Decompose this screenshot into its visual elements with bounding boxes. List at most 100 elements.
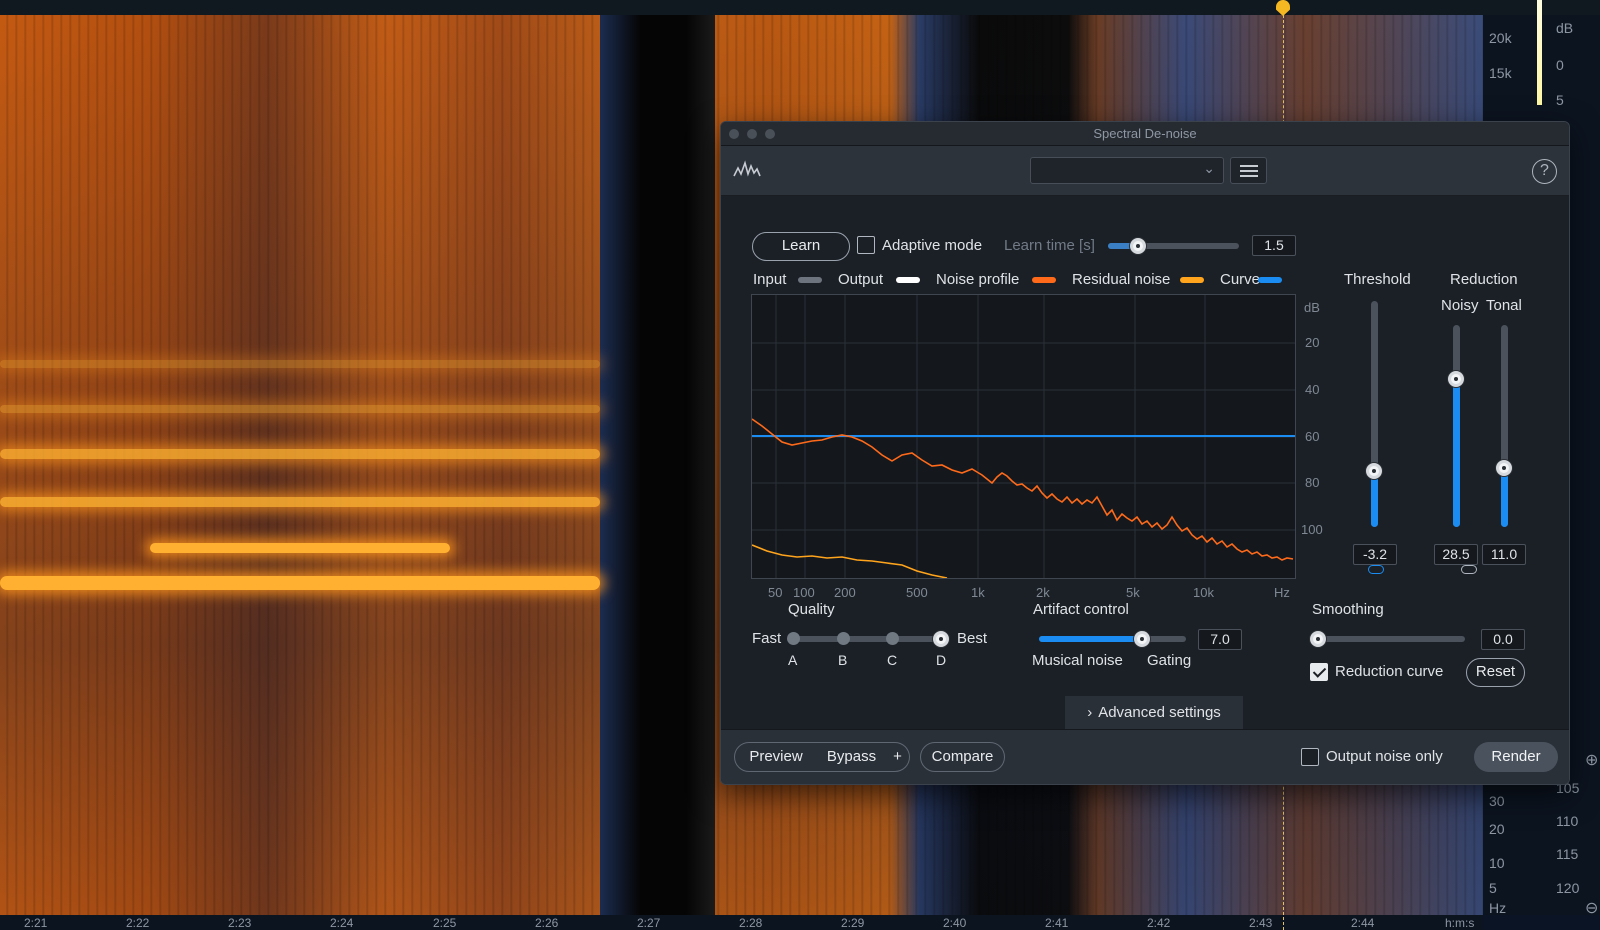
time-tick: 2:26 xyxy=(535,916,559,930)
preset-menu-button[interactable] xyxy=(1230,157,1267,184)
quality-title: Quality xyxy=(788,601,835,618)
freq-unit: Hz xyxy=(1489,900,1507,916)
threshold-title: Threshold xyxy=(1344,271,1411,288)
time-tick: 2:42 xyxy=(1147,916,1171,930)
zoom-out-icon[interactable]: ⊖ xyxy=(1585,898,1598,918)
graph-db-tick: 20 xyxy=(1305,335,1320,350)
advanced-settings-label: Advanced settings xyxy=(1098,704,1221,721)
learn-time-value[interactable]: 1.5 xyxy=(1252,235,1296,256)
top-ruler xyxy=(0,0,1600,15)
quality-option-d: D xyxy=(936,652,947,668)
tonal-reduction-value[interactable]: 11.0 xyxy=(1482,544,1526,565)
threshold-slider-thumb[interactable] xyxy=(1366,463,1382,479)
noisy-reduction-slider[interactable] xyxy=(1453,325,1460,527)
reduction-curve-label: Reduction curve xyxy=(1335,663,1444,680)
time-tick: 2:27 xyxy=(637,916,661,930)
reduction-link-icon[interactable] xyxy=(1461,565,1477,574)
time-tick: 2:44 xyxy=(1351,916,1375,930)
freq-tick: 10 xyxy=(1489,855,1505,871)
reduction-title: Reduction xyxy=(1450,271,1518,288)
dialog-footer: Preview Bypass + Compare Output noise on… xyxy=(721,729,1569,784)
threshold-link-icon[interactable] xyxy=(1368,565,1384,574)
threshold-slider[interactable] xyxy=(1371,301,1378,527)
bypass-add-button[interactable]: + xyxy=(886,742,910,772)
smoothing-slider[interactable] xyxy=(1317,636,1465,642)
legend-output-label: Output xyxy=(838,271,884,288)
learn-button[interactable]: Learn xyxy=(752,232,850,261)
spectral-denoise-dialog: Spectral De-noise ⌄ ? Learn Adaptive mod… xyxy=(720,121,1570,785)
dialog-titlebar[interactable]: Spectral De-noise xyxy=(721,122,1569,146)
legend-input-swatch xyxy=(798,277,822,283)
spectrogram-silent-region xyxy=(600,15,715,915)
smoothing-title: Smoothing xyxy=(1312,601,1384,618)
graph-hz-tick: 5k xyxy=(1126,585,1140,600)
tonal-reduction-slider[interactable] xyxy=(1501,325,1508,527)
freq-tick: 5 xyxy=(1489,880,1497,896)
quality-option-a: A xyxy=(788,652,798,668)
legend-curve-label: Curve xyxy=(1220,271,1261,288)
learn-time-slider[interactable] xyxy=(1108,243,1239,249)
adaptive-mode-checkbox[interactable] xyxy=(857,236,875,254)
noisy-reduction-slider-thumb[interactable] xyxy=(1448,371,1464,387)
zoom-in-icon[interactable]: ⊕ xyxy=(1585,750,1598,770)
help-button[interactable]: ? xyxy=(1532,159,1557,184)
noise-profile-graph[interactable] xyxy=(751,294,1296,579)
quality-slider[interactable] xyxy=(793,636,942,642)
legend-curve-swatch xyxy=(1258,277,1282,283)
time-tick: 2:25 xyxy=(433,916,457,930)
time-tick: 2:28 xyxy=(739,916,763,930)
freq-tick: 20k xyxy=(1489,30,1512,46)
quality-step-b[interactable] xyxy=(837,632,850,645)
tonal-reduction-slider-thumb[interactable] xyxy=(1496,460,1512,476)
preview-button[interactable]: Preview xyxy=(734,742,818,772)
quality-step-c[interactable] xyxy=(886,632,899,645)
freq-tick: 30 xyxy=(1489,793,1505,809)
graph-hz-tick: 1k xyxy=(971,585,985,600)
graph-hz-tick: 10k xyxy=(1193,585,1214,600)
compare-button[interactable]: Compare xyxy=(920,742,1005,772)
quality-step-a[interactable] xyxy=(787,632,800,645)
time-tick: 2:29 xyxy=(841,916,865,930)
smoothing-slider-thumb[interactable] xyxy=(1310,631,1326,647)
db-tick: 110 xyxy=(1556,813,1579,829)
render-button[interactable]: Render xyxy=(1474,742,1558,772)
quality-best-label: Best xyxy=(957,630,988,647)
learn-time-label: Learn time [s] xyxy=(1004,237,1095,254)
quality-fast-label: Fast xyxy=(752,630,782,647)
bypass-button[interactable]: Bypass xyxy=(817,742,887,772)
dialog-toolbar: ⌄ ? xyxy=(721,146,1569,196)
artifact-control-slider[interactable] xyxy=(1039,636,1186,642)
graph-hz-tick: 50 xyxy=(768,585,783,600)
time-unit: h:m:s xyxy=(1445,916,1475,930)
freq-tick: 20 xyxy=(1489,821,1505,837)
musical-noise-label: Musical noise xyxy=(1032,652,1123,669)
graph-db-tick: 40 xyxy=(1305,382,1320,397)
graph-db-tick: 100 xyxy=(1301,522,1323,537)
advanced-settings-toggle[interactable]: › Advanced settings xyxy=(1065,696,1243,729)
artifact-control-value[interactable]: 7.0 xyxy=(1198,629,1242,650)
noisy-reduction-value[interactable]: 28.5 xyxy=(1434,544,1478,565)
legend-residual-noise-label: Residual noise xyxy=(1072,271,1171,288)
reduction-curve-checkbox[interactable] xyxy=(1310,663,1328,681)
learn-time-slider-thumb[interactable] xyxy=(1130,238,1146,254)
graph-hz-unit: Hz xyxy=(1274,585,1290,600)
residual-noise-line xyxy=(752,544,948,578)
time-tick: 2:41 xyxy=(1045,916,1069,930)
chevron-down-icon: ⌄ xyxy=(1203,160,1215,176)
db-header: dB xyxy=(1556,20,1574,36)
graph-hz-tick: 2k xyxy=(1036,585,1050,600)
preset-dropdown[interactable]: ⌄ xyxy=(1030,157,1224,184)
quality-option-b: B xyxy=(838,652,848,668)
level-meter xyxy=(1537,0,1542,105)
noise-profile-line xyxy=(752,418,1294,561)
reset-button[interactable]: Reset xyxy=(1466,658,1525,687)
output-noise-only-checkbox[interactable] xyxy=(1301,748,1319,766)
editor-window: 20k 15k 30 20 10 5 Hz dB 0 5 105 110 115… xyxy=(0,0,1600,930)
graph-hz-tick: 100 xyxy=(793,585,815,600)
threshold-value[interactable]: -3.2 xyxy=(1353,544,1397,565)
artifact-control-slider-thumb[interactable] xyxy=(1134,631,1150,647)
quality-slider-thumb[interactable] xyxy=(933,631,949,647)
smoothing-value[interactable]: 0.0 xyxy=(1481,629,1525,650)
dialog-title: Spectral De-noise xyxy=(1093,126,1197,141)
graph-hz-tick: 500 xyxy=(906,585,928,600)
